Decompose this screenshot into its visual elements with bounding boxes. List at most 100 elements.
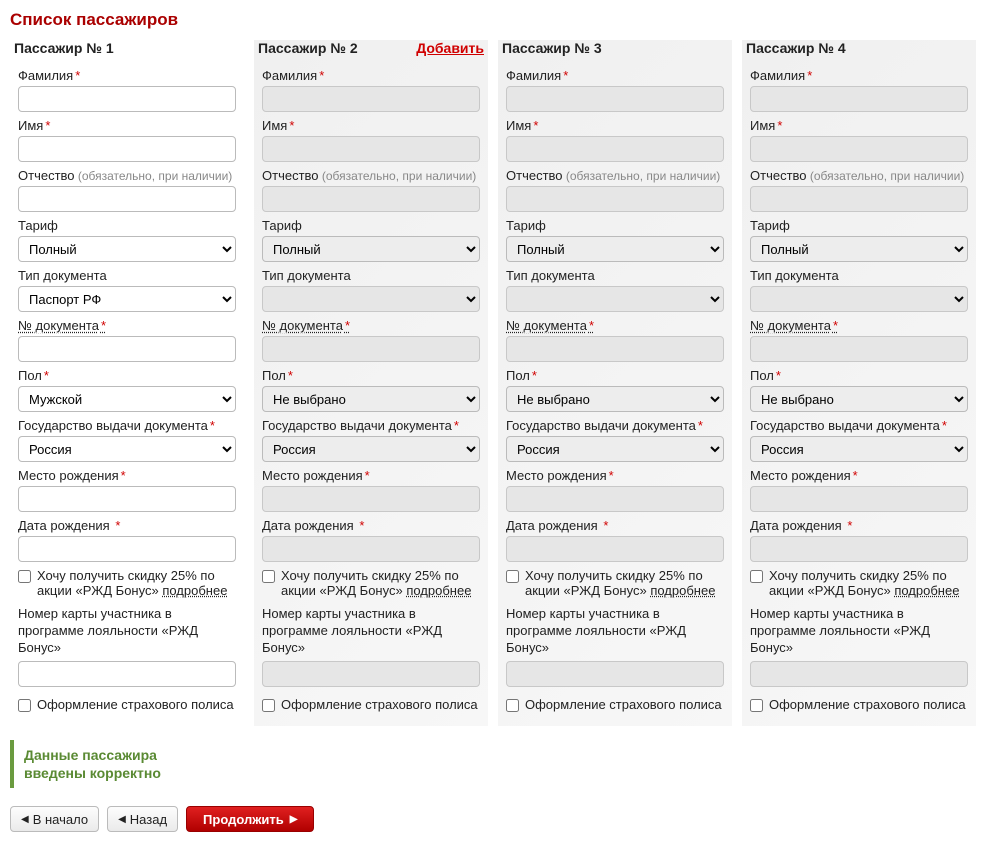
gender-select[interactable]: Не выбрано [506, 386, 724, 412]
doc-type-select[interactable] [262, 286, 480, 312]
name-input[interactable] [750, 136, 968, 162]
tariff-select[interactable]: Полный [262, 236, 480, 262]
add-passenger-link[interactable]: Добавить [416, 40, 484, 56]
insurance-checkbox[interactable] [262, 699, 275, 712]
insurance-checkbox[interactable] [750, 699, 763, 712]
gender-select[interactable]: Не выбрано [262, 386, 480, 412]
continue-button[interactable]: Продолжить▶ [186, 806, 314, 832]
doc-number-label: № документа [262, 318, 480, 333]
doc-type-select[interactable] [506, 286, 724, 312]
triangle-left-icon: ◀ [21, 814, 29, 825]
patronymic-input[interactable] [262, 186, 480, 212]
birthdate-label: Дата рождения [18, 518, 236, 533]
birthplace-label: Место рождения [750, 468, 968, 483]
issue-country-select[interactable]: Россия [262, 436, 480, 462]
nav-buttons: ◀В начало ◀Назад Продолжить▶ [10, 806, 976, 832]
birthdate-input[interactable] [506, 536, 724, 562]
gender-select[interactable]: Мужской [18, 386, 236, 412]
issue-country-select[interactable]: Россия [750, 436, 968, 462]
name-input[interactable] [506, 136, 724, 162]
passenger-header: Пассажир № 1 [14, 40, 114, 56]
surname-input[interactable] [750, 86, 968, 112]
name-label: Имя [750, 118, 968, 133]
birthdate-input[interactable] [262, 536, 480, 562]
gender-select[interactable]: Не выбрано [750, 386, 968, 412]
insurance-checkbox[interactable] [18, 699, 31, 712]
doc-number-input[interactable] [506, 336, 724, 362]
insurance-label: Оформление страхового полиса [281, 697, 478, 712]
bonus-discount-checkbox[interactable] [18, 570, 31, 583]
surname-label: Фамилия [18, 68, 236, 83]
issue-country-select[interactable]: Россия [18, 436, 236, 462]
doc-type-label: Тип документа [750, 268, 968, 283]
birthdate-label: Дата рождения [262, 518, 480, 533]
bonus-discount-label: Хочу получить скидку 25% по акции «РЖД Б… [769, 568, 968, 598]
tariff-select[interactable]: Полный [506, 236, 724, 262]
issue-country-select[interactable]: Россия [506, 436, 724, 462]
insurance-checkbox[interactable] [506, 699, 519, 712]
birthplace-input[interactable] [750, 486, 968, 512]
surname-label: Фамилия [506, 68, 724, 83]
birthplace-input[interactable] [18, 486, 236, 512]
insurance-label: Оформление страхового полиса [37, 697, 234, 712]
surname-input[interactable] [506, 86, 724, 112]
doc-number-input[interactable] [18, 336, 236, 362]
birthplace-input[interactable] [262, 486, 480, 512]
insurance-label: Оформление страхового полиса [769, 697, 966, 712]
surname-input[interactable] [262, 86, 480, 112]
more-link[interactable]: подробнее [650, 583, 715, 598]
bonus-discount-label: Хочу получить скидку 25% по акции «РЖД Б… [281, 568, 480, 598]
passenger-header: Пассажир № 3 [502, 40, 602, 56]
triangle-left-icon: ◀ [118, 814, 126, 825]
surname-label: Фамилия [262, 68, 480, 83]
validation-message: Данные пассажира введены корректно [10, 740, 976, 788]
triangle-right-icon: ▶ [290, 814, 298, 825]
more-link[interactable]: подробнее [406, 583, 471, 598]
tariff-select[interactable]: Полный [750, 236, 968, 262]
patronymic-label: Отчество (обязательно, при наличии) [750, 168, 968, 183]
birthplace-label: Место рождения [506, 468, 724, 483]
loyalty-input[interactable] [18, 661, 236, 687]
tariff-label: Тариф [506, 218, 724, 233]
loyalty-input[interactable] [262, 661, 480, 687]
more-link[interactable]: подробнее [162, 583, 227, 598]
loyalty-input[interactable] [506, 661, 724, 687]
surname-input[interactable] [18, 86, 236, 112]
issue-country-label: Государство выдачи документа [262, 418, 480, 433]
doc-number-input[interactable] [750, 336, 968, 362]
bonus-discount-checkbox[interactable] [506, 570, 519, 583]
birthplace-label: Место рождения [18, 468, 236, 483]
tariff-select[interactable]: Полный [18, 236, 236, 262]
patronymic-input[interactable] [506, 186, 724, 212]
birthdate-input[interactable] [750, 536, 968, 562]
name-input[interactable] [262, 136, 480, 162]
issue-country-label: Государство выдачи документа [750, 418, 968, 433]
insurance-label: Оформление страхового полиса [525, 697, 722, 712]
issue-country-label: Государство выдачи документа [18, 418, 236, 433]
doc-type-select[interactable] [750, 286, 968, 312]
tariff-label: Тариф [262, 218, 480, 233]
name-input[interactable] [18, 136, 236, 162]
bonus-discount-checkbox[interactable] [262, 570, 275, 583]
doc-type-label: Тип документа [506, 268, 724, 283]
loyalty-input[interactable] [750, 661, 968, 687]
passenger-column: Пассажир № 1 Фамилия Имя Отчество (обяза… [10, 40, 244, 726]
patronymic-label: Отчество (обязательно, при наличии) [506, 168, 724, 183]
more-link[interactable]: подробнее [894, 583, 959, 598]
tariff-label: Тариф [750, 218, 968, 233]
name-label: Имя [262, 118, 480, 133]
gender-label: Пол [18, 368, 236, 383]
tariff-label: Тариф [18, 218, 236, 233]
doc-type-select[interactable]: Паспорт РФ [18, 286, 236, 312]
back-button[interactable]: ◀Назад [107, 806, 178, 832]
issue-country-label: Государство выдачи документа [506, 418, 724, 433]
start-button[interactable]: ◀В начало [10, 806, 99, 832]
gender-label: Пол [750, 368, 968, 383]
birthplace-input[interactable] [506, 486, 724, 512]
bonus-discount-checkbox[interactable] [750, 570, 763, 583]
birthdate-input[interactable] [18, 536, 236, 562]
doc-number-input[interactable] [262, 336, 480, 362]
name-label: Имя [18, 118, 236, 133]
patronymic-input[interactable] [750, 186, 968, 212]
patronymic-input[interactable] [18, 186, 236, 212]
